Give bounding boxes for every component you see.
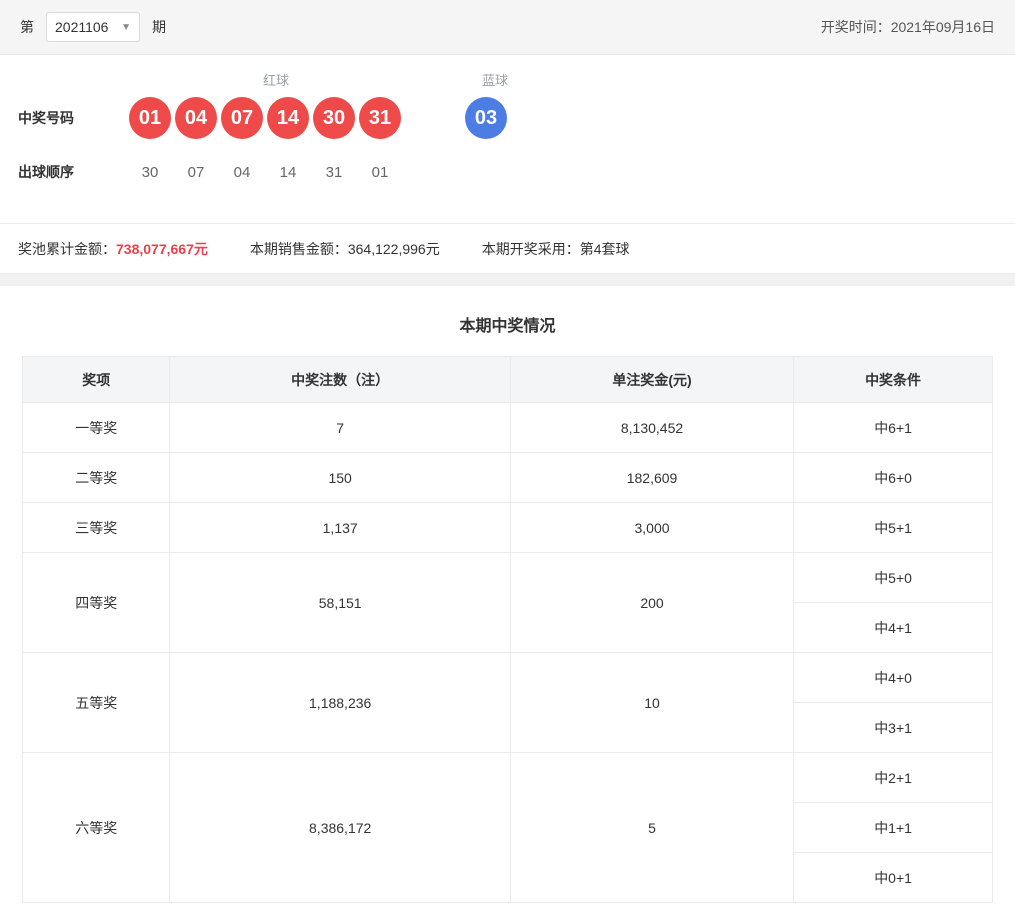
table-row: 五等奖 1,188,236 10 中4+0 bbox=[23, 653, 993, 703]
condition-cell: 中1+1 bbox=[794, 803, 993, 853]
table-row: 六等奖 8,386,172 5 中2+1 bbox=[23, 753, 993, 803]
prize-cell: 一等奖 bbox=[23, 403, 170, 453]
ball-set: 本期开奖采用：第4套球 bbox=[482, 239, 630, 259]
pool-amount: 奖池累计金额：738,077,667元 bbox=[18, 239, 208, 259]
condition-cell: 中6+1 bbox=[794, 403, 993, 453]
column-header-amount: 单注奖金(元) bbox=[510, 357, 793, 403]
draw-order-number: 30 bbox=[142, 164, 159, 181]
prize-table: 奖项 中奖注数（注） 单注奖金(元) 中奖条件 一等奖 7 8,130,452 … bbox=[22, 356, 993, 903]
stats-strip: 奖池累计金额：738,077,667元 本期销售金额：364,122,996元 … bbox=[0, 224, 1015, 274]
count-cell: 1,188,236 bbox=[170, 653, 510, 753]
table-row: 三等奖 1,137 3,000 中5+1 bbox=[23, 503, 993, 553]
period-suffix-label: 期 bbox=[152, 17, 166, 37]
winning-numbers-row: 中奖号码 01 04 07 14 30 31 03 bbox=[0, 97, 1015, 139]
table-row: 一等奖 7 8,130,452 中6+1 bbox=[23, 403, 993, 453]
condition-cell: 中5+1 bbox=[794, 503, 993, 553]
blue-ball: 03 bbox=[465, 97, 507, 139]
draw-order-number: 07 bbox=[188, 164, 205, 181]
draw-order-number: 31 bbox=[326, 164, 343, 181]
column-header-condition: 中奖条件 bbox=[794, 357, 993, 403]
pool-amount-value: 738,077,667元 bbox=[116, 241, 208, 257]
red-ball: 04 bbox=[175, 97, 217, 139]
red-ball: 30 bbox=[313, 97, 355, 139]
ball-group-heads: 红球 蓝球 bbox=[0, 69, 1015, 89]
sales-amount-value: 364,122,996元 bbox=[348, 241, 440, 257]
ball-set-value: 第4套球 bbox=[580, 241, 630, 257]
prize-cell: 六等奖 bbox=[23, 753, 170, 903]
winning-numbers-label: 中奖号码 bbox=[0, 108, 127, 128]
draw-order-numbers: 30 07 04 14 31 01 bbox=[127, 164, 403, 181]
table-header-row: 奖项 中奖注数（注） 单注奖金(元) 中奖条件 bbox=[23, 357, 993, 403]
top-bar: 第 2021106 ▼ 期 开奖时间：2021年09月16日 bbox=[0, 0, 1015, 55]
draw-time: 开奖时间：2021年09月16日 bbox=[821, 17, 995, 37]
count-cell: 150 bbox=[170, 453, 510, 503]
amount-cell: 200 bbox=[510, 553, 793, 653]
draw-time-label: 开奖时间： bbox=[821, 19, 891, 35]
draw-order-number: 04 bbox=[234, 164, 251, 181]
condition-cell: 中4+1 bbox=[794, 603, 993, 653]
amount-cell: 3,000 bbox=[510, 503, 793, 553]
draw-order-row: 出球顺序 30 07 04 14 31 01 bbox=[0, 161, 1015, 183]
red-ball: 14 bbox=[267, 97, 309, 139]
table-row: 二等奖 150 182,609 中6+0 bbox=[23, 453, 993, 503]
column-header-prize: 奖项 bbox=[23, 357, 170, 403]
blue-balls: 03 bbox=[463, 97, 509, 139]
count-cell: 7 bbox=[170, 403, 510, 453]
red-ball-group-label: 红球 bbox=[263, 70, 289, 89]
red-balls: 01 04 07 14 30 31 bbox=[127, 97, 403, 139]
count-cell: 1,137 bbox=[170, 503, 510, 553]
prize-cell: 四等奖 bbox=[23, 553, 170, 653]
red-ball: 07 bbox=[221, 97, 263, 139]
condition-cell: 中5+0 bbox=[794, 553, 993, 603]
draw-order-label: 出球顺序 bbox=[0, 162, 127, 182]
condition-cell: 中4+0 bbox=[794, 653, 993, 703]
draw-order-number: 01 bbox=[372, 164, 389, 181]
period-select[interactable]: 2021106 ▼ bbox=[46, 12, 140, 42]
condition-cell: 中6+0 bbox=[794, 453, 993, 503]
table-title: 本期中奖情况 bbox=[22, 312, 993, 336]
amount-cell: 10 bbox=[510, 653, 793, 753]
red-ball: 01 bbox=[129, 97, 171, 139]
chevron-down-icon: ▼ bbox=[121, 22, 131, 33]
table-row: 四等奖 58,151 200 中5+0 bbox=[23, 553, 993, 603]
prize-cell: 二等奖 bbox=[23, 453, 170, 503]
amount-cell: 5 bbox=[510, 753, 793, 903]
count-cell: 8,386,172 bbox=[170, 753, 510, 903]
period-prefix-label: 第 bbox=[20, 17, 34, 37]
ball-set-label: 本期开奖采用： bbox=[482, 241, 580, 257]
draw-order-number: 14 bbox=[280, 164, 297, 181]
column-header-count: 中奖注数（注） bbox=[170, 357, 510, 403]
blue-ball-group-label: 蓝球 bbox=[482, 70, 508, 89]
count-cell: 58,151 bbox=[170, 553, 510, 653]
sales-amount: 本期销售金额：364,122,996元 bbox=[250, 239, 440, 259]
condition-cell: 中2+1 bbox=[794, 753, 993, 803]
period-select-value: 2021106 bbox=[55, 19, 108, 35]
numbers-section: 红球 蓝球 中奖号码 01 04 07 14 30 31 03 出球顺序 30 … bbox=[0, 55, 1015, 224]
prize-cell: 五等奖 bbox=[23, 653, 170, 753]
condition-cell: 中3+1 bbox=[794, 703, 993, 753]
prize-cell: 三等奖 bbox=[23, 503, 170, 553]
pool-amount-label: 奖池累计金额： bbox=[18, 241, 116, 257]
draw-time-value: 2021年09月16日 bbox=[891, 19, 995, 35]
amount-cell: 182,609 bbox=[510, 453, 793, 503]
amount-cell: 8,130,452 bbox=[510, 403, 793, 453]
sales-amount-label: 本期销售金额： bbox=[250, 241, 348, 257]
prize-table-section: 本期中奖情况 奖项 中奖注数（注） 单注奖金(元) 中奖条件 一等奖 7 8,1… bbox=[0, 286, 1015, 909]
section-divider bbox=[0, 274, 1015, 286]
red-ball: 31 bbox=[359, 97, 401, 139]
condition-cell: 中0+1 bbox=[794, 853, 993, 903]
